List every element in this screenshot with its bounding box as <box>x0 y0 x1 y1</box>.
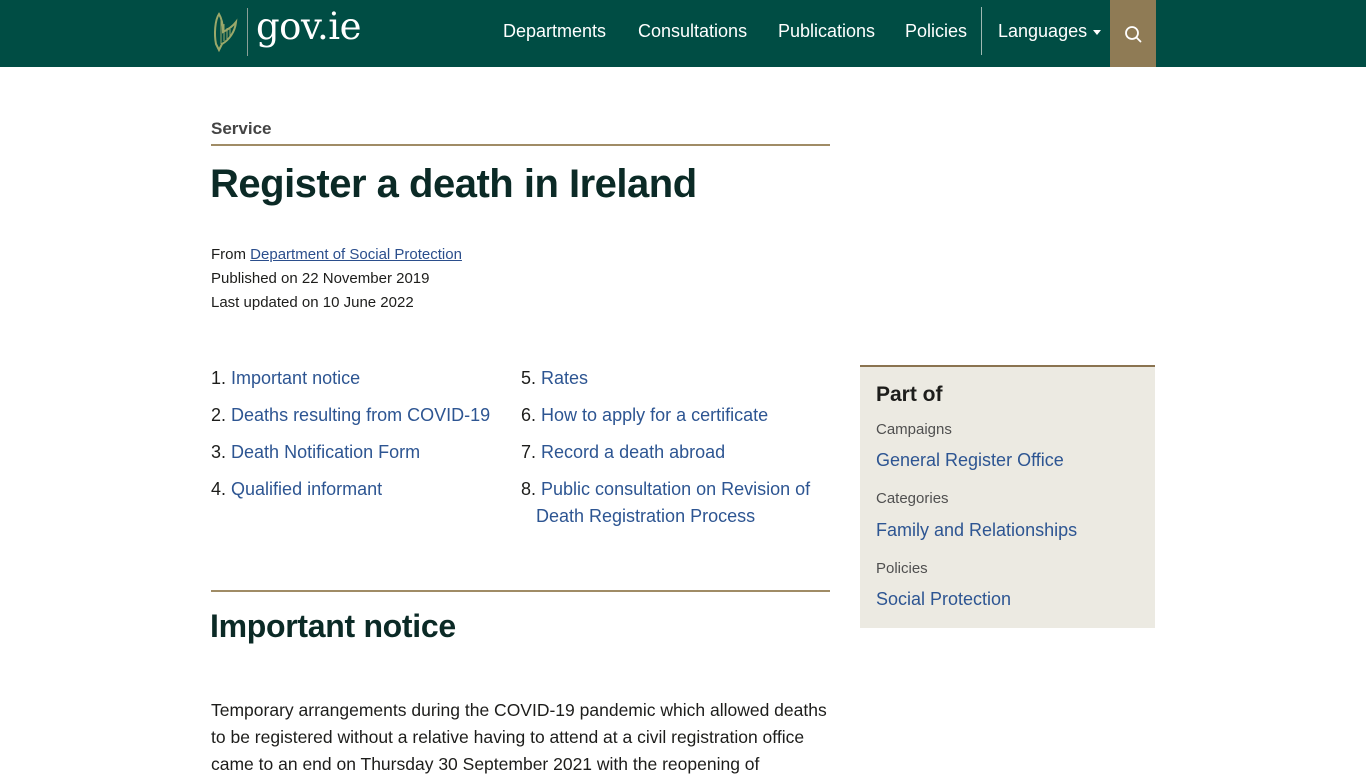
toc-number: 2. <box>211 405 227 425</box>
toc-number: 1. <box>211 368 227 388</box>
toc-link-covid-deaths[interactable]: Deaths resulting from COVID-19 <box>231 405 490 425</box>
categories-label: Categories <box>876 490 949 507</box>
toc-item-continuation: Death Registration Process <box>536 503 755 530</box>
nav-policies[interactable]: Policies <box>905 19 967 43</box>
toc-link-important-notice[interactable]: Important notice <box>231 368 360 388</box>
part-of-title: Part of <box>876 383 943 406</box>
toc-item: 2. Deaths resulting from COVID-19 <box>211 402 490 429</box>
toc-number: 7. <box>521 442 537 462</box>
toc-number: 5. <box>521 368 537 388</box>
toc-item: 3. Death Notification Form <box>211 439 420 466</box>
social-protection-link[interactable]: Social Protection <box>876 589 1011 610</box>
updated-date: Last updated on 10 June 2022 <box>211 294 414 311</box>
divider <box>211 590 830 592</box>
toc-number: 8. <box>521 479 537 499</box>
campaigns-label: Campaigns <box>876 421 952 438</box>
site-header: gov.ie Departments Consultations Publica… <box>0 0 1366 67</box>
policies-label: Policies <box>876 560 928 577</box>
search-button[interactable] <box>1110 0 1156 67</box>
section-body: Temporary arrangements during the COVID-… <box>211 700 827 774</box>
from-label: From <box>211 246 246 263</box>
toc-item: 8. Public consultation on Revision of <box>521 476 810 503</box>
family-relationships-link[interactable]: Family and Relationships <box>876 520 1077 541</box>
languages-label: Languages <box>998 21 1088 41</box>
toc-item: 7. Record a death abroad <box>521 439 725 466</box>
languages-dropdown[interactable]: Languages <box>998 19 1102 43</box>
toc-number: 4. <box>211 479 227 499</box>
divider <box>211 144 830 146</box>
search-icon <box>1125 25 1142 42</box>
toc-item: 4. Qualified informant <box>211 476 382 503</box>
nav-departments[interactable]: Departments <box>503 19 606 43</box>
section-heading: Important notice <box>210 608 456 644</box>
caret-down-icon <box>1093 29 1102 35</box>
site-logo[interactable]: gov.ie <box>256 4 361 50</box>
page-title: Register a death in Ireland <box>210 162 697 206</box>
nav-publications[interactable]: Publications <box>778 19 875 43</box>
toc-link-record-death-abroad[interactable]: Record a death abroad <box>541 442 725 462</box>
toc-number: 6. <box>521 405 537 425</box>
nav-divider <box>981 7 982 55</box>
part-of-panel: Part of Campaigns General Register Offic… <box>860 365 1155 628</box>
toc-link-public-consultation[interactable]: Public consultation on Revision of <box>541 479 810 499</box>
toc-link-qualified-informant[interactable]: Qualified informant <box>231 479 382 499</box>
toc-link-rates[interactable]: Rates <box>541 368 588 388</box>
logo-divider <box>247 8 248 56</box>
toc-link-death-notification-form[interactable]: Death Notification Form <box>231 442 420 462</box>
toc-number: 3. <box>211 442 227 462</box>
department-link[interactable]: Department of Social Protection <box>250 246 462 263</box>
toc-item: 5. Rates <box>521 365 588 392</box>
toc-link-public-consultation-line2[interactable]: Death Registration Process <box>536 506 755 526</box>
harp-logo-icon[interactable] <box>211 10 239 54</box>
general-register-office-link[interactable]: General Register Office <box>876 450 1064 471</box>
content-type-label: Service <box>211 119 272 138</box>
nav-consultations[interactable]: Consultations <box>638 19 747 43</box>
toc-link-apply-certificate[interactable]: How to apply for a certificate <box>541 405 768 425</box>
toc-item: 1. Important notice <box>211 365 360 392</box>
published-date: Published on 22 November 2019 <box>211 270 430 287</box>
toc-item: 6. How to apply for a certificate <box>521 402 768 429</box>
from-line: From Department of Social Protection <box>211 245 462 265</box>
